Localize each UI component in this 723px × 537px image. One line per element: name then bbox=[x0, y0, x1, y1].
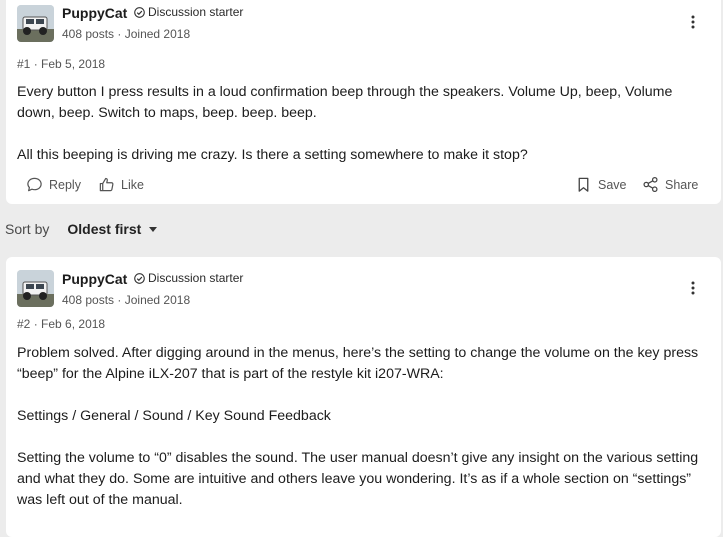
reply-label: Reply bbox=[49, 177, 81, 192]
check-circle-icon bbox=[134, 6, 145, 18]
sort-label: Sort by bbox=[5, 221, 50, 237]
kebab-menu-icon[interactable] bbox=[690, 15, 696, 29]
sort-dropdown[interactable]: Oldest first bbox=[67, 221, 141, 237]
meta-separator: · bbox=[117, 293, 122, 307]
thumbs-up-icon bbox=[99, 177, 114, 192]
share-label: Share bbox=[665, 177, 699, 192]
save-button[interactable]: Save bbox=[575, 176, 627, 193]
username-link[interactable]: PuppyCat bbox=[62, 5, 127, 21]
reply-button[interactable]: Reply bbox=[26, 176, 81, 193]
post-number-line: #1 · Feb 5, 2018 bbox=[17, 57, 105, 71]
avatar-image bbox=[17, 270, 54, 307]
discussion-starter-badge: Discussion starter bbox=[134, 271, 243, 285]
post-paragraph: Every button I press results in a loud c… bbox=[17, 84, 673, 121]
joined-date: Joined 2018 bbox=[124, 293, 191, 307]
post-body: Every button I press results in a loud c… bbox=[17, 82, 711, 166]
meta-separator: · bbox=[33, 57, 38, 71]
meta-separator: · bbox=[117, 27, 122, 41]
avatar[interactable] bbox=[17, 5, 54, 42]
meta-separator: · bbox=[33, 317, 38, 331]
badge-label: Discussion starter bbox=[148, 271, 244, 285]
post-number[interactable]: #2 bbox=[17, 317, 30, 331]
post-paragraph: All this beeping is driving me crazy. Is… bbox=[17, 147, 528, 163]
bookmark-icon bbox=[578, 177, 589, 192]
user-meta: 408 posts · Joined 2018 bbox=[62, 27, 190, 41]
sort-bar: Sort by Oldest first bbox=[5, 221, 158, 237]
post-paragraph: Problem solved. After digging around in … bbox=[17, 345, 699, 382]
post-paragraph: Settings / General / Sound / Key Sound F… bbox=[17, 408, 331, 424]
like-label: Like bbox=[121, 177, 144, 192]
joined-date: Joined 2018 bbox=[124, 27, 191, 41]
caret-down-icon[interactable] bbox=[149, 226, 158, 232]
kebab-menu-icon[interactable] bbox=[690, 281, 696, 295]
username-link[interactable]: PuppyCat bbox=[62, 271, 127, 287]
discussion-starter-badge: Discussion starter bbox=[134, 5, 243, 19]
like-button[interactable]: Like bbox=[98, 176, 144, 193]
post-number-line: #2 · Feb 6, 2018 bbox=[17, 317, 105, 331]
post-card: PuppyCat Discussion starter 408 posts · … bbox=[6, 0, 721, 204]
posts-count: 408 posts bbox=[62, 27, 115, 41]
post-body: Problem solved. After digging around in … bbox=[17, 343, 711, 511]
share-button[interactable]: Share bbox=[642, 176, 698, 193]
user-meta: 408 posts · Joined 2018 bbox=[62, 293, 190, 307]
posts-count: 408 posts bbox=[62, 293, 115, 307]
post-date: Feb 5, 2018 bbox=[41, 57, 106, 71]
post-paragraph: Setting the volume to “0” disables the s… bbox=[17, 450, 699, 508]
save-label: Save bbox=[598, 177, 627, 192]
post-date: Feb 6, 2018 bbox=[41, 317, 106, 331]
badge-label: Discussion starter bbox=[148, 5, 244, 19]
post-card: PuppyCat Discussion starter 408 posts · … bbox=[6, 257, 721, 537]
avatar-image bbox=[17, 5, 54, 42]
post-number[interactable]: #1 bbox=[17, 57, 30, 71]
speech-bubble-icon bbox=[27, 177, 42, 192]
share-nodes-icon bbox=[643, 176, 658, 193]
avatar[interactable] bbox=[17, 270, 54, 307]
check-circle-icon bbox=[134, 272, 145, 284]
